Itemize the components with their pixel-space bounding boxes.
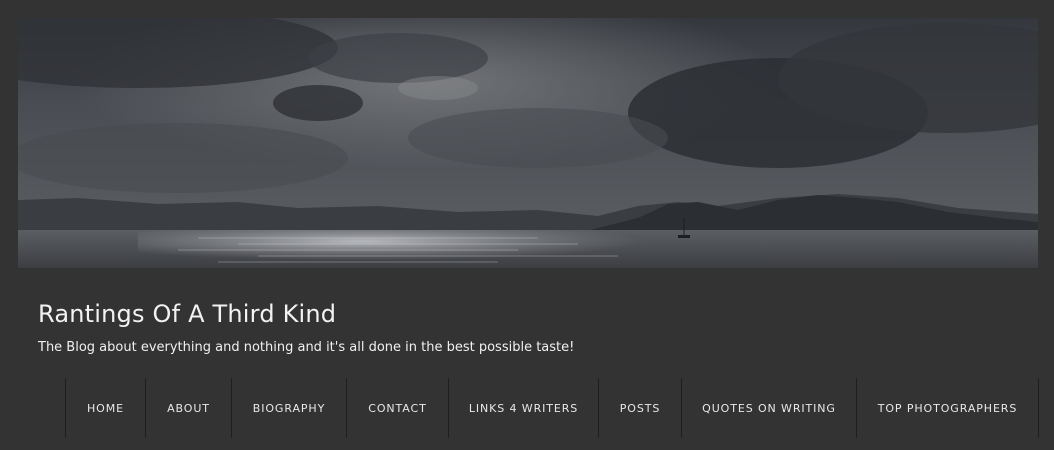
header-image[interactable] [18,18,1038,268]
nav-item-home[interactable]: HOME [66,378,146,438]
site-tagline: The Blog about everything and nothing an… [38,340,575,355]
site-title[interactable]: Rantings Of A Third Kind [38,300,336,328]
nav-item-contact[interactable]: CONTACT [347,378,449,438]
seascape-photo [18,18,1038,268]
nav-item-posts[interactable]: POSTS [599,378,682,438]
nav-item-biography[interactable]: BIOGRAPHY [232,378,347,438]
nav-item-links-4-writers[interactable]: LINKS 4 WRITERS [449,378,599,438]
nav-item-quotes-on-writing[interactable]: QUOTES ON WRITING [682,378,857,438]
page: Rantings Of A Third Kind The Blog about … [0,0,1054,450]
main-navigation: HOME ABOUT BIOGRAPHY CONTACT LINKS 4 WRI… [65,378,1039,438]
nav-item-about[interactable]: ABOUT [146,378,232,438]
nav-item-top-photographers[interactable]: TOP PHOTOGRAPHERS [857,378,1039,438]
